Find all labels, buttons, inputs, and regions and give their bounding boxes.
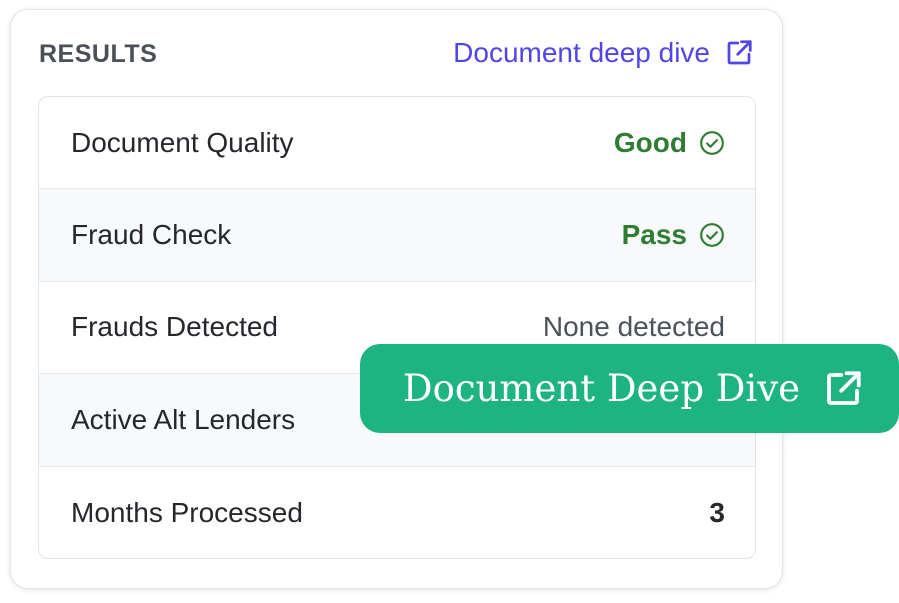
- table-row: Document Quality Good: [39, 97, 755, 190]
- results-table: Document Quality Good Fraud Check Pass F…: [38, 96, 756, 559]
- row-value: 3: [709, 496, 725, 528]
- row-label: Fraud Check: [71, 219, 232, 251]
- table-row: Fraud Check Pass: [39, 189, 755, 282]
- external-link-icon: [822, 368, 864, 410]
- status-text: Pass: [621, 219, 687, 251]
- status-value: Pass: [622, 219, 725, 251]
- row-label: Active Alt Lenders: [71, 403, 296, 435]
- results-card: RESULTS Document deep dive Document Qual…: [10, 9, 783, 589]
- row-label: Frauds Detected: [71, 311, 278, 343]
- deep-dive-link-label: Document deep dive: [453, 37, 710, 68]
- status-value: Good: [614, 127, 725, 159]
- row-label: Months Processed: [71, 496, 303, 528]
- row-label: Document Quality: [71, 126, 294, 158]
- row-value: None detected: [542, 311, 725, 343]
- deep-dive-button-label: Document Deep Dive: [402, 367, 801, 410]
- external-link-icon: [724, 38, 754, 68]
- check-circle-icon: [699, 130, 725, 156]
- results-heading: RESULTS: [39, 40, 158, 68]
- document-deep-dive-link[interactable]: Document deep dive: [453, 37, 754, 69]
- status-text: Good: [613, 126, 687, 158]
- table-row: Months Processed 3: [39, 467, 755, 558]
- check-circle-icon: [699, 222, 725, 248]
- document-deep-dive-button[interactable]: Document Deep Dive: [360, 344, 899, 433]
